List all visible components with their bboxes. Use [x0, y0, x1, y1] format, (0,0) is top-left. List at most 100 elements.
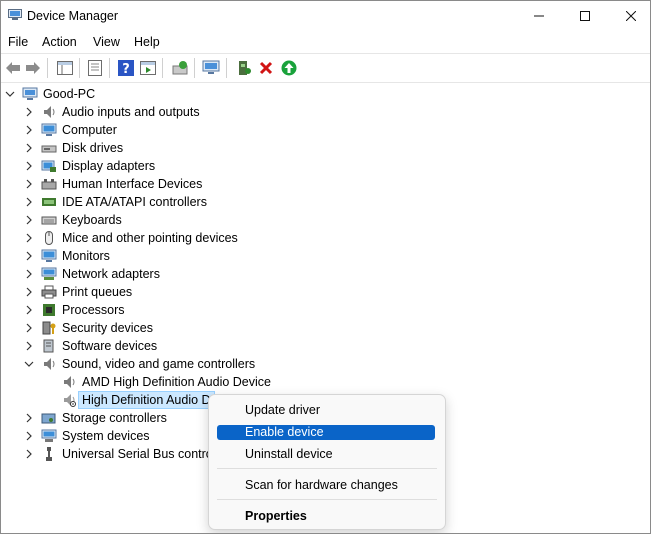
- tree-category-label: Monitors: [62, 249, 110, 263]
- tree-category-label: Disk drives: [62, 141, 124, 155]
- tree-category-universal-serial-bus-controll[interactable]: Universal Serial Bus controll: [23, 445, 218, 463]
- tree-category-storage-controllers[interactable]: Storage controllers: [23, 409, 167, 427]
- software-icon: [41, 339, 57, 353]
- device-manager-window: Device Manager File Action View Help ? G…: [0, 0, 651, 534]
- storage-icon: [41, 411, 57, 425]
- usb-icon: [41, 447, 57, 461]
- chevron-right-icon[interactable]: [23, 160, 35, 172]
- action-pane-icon[interactable]: [139, 59, 157, 77]
- chevron-right-icon[interactable]: [23, 214, 35, 226]
- tree-category-processors[interactable]: Processors: [23, 301, 125, 319]
- help-icon[interactable]: ?: [117, 59, 135, 77]
- tree-category-security-devices[interactable]: Security devices: [23, 319, 153, 337]
- tree-category-mice-and-other-pointing-devices[interactable]: Mice and other pointing devices: [23, 229, 238, 247]
- chevron-right-icon[interactable]: [23, 448, 35, 460]
- tree-category-system-devices[interactable]: System devices: [23, 427, 150, 445]
- chevron-right-icon[interactable]: [23, 196, 35, 208]
- toolbar-separator: [194, 58, 195, 78]
- toolbar-separator: [79, 58, 80, 78]
- toolbar-separator: [47, 58, 48, 78]
- chevron-right-icon[interactable]: [23, 106, 35, 118]
- chevron-right-icon[interactable]: [23, 178, 35, 190]
- menu-item-update-driver[interactable]: Update driver: [217, 403, 435, 418]
- speaker-icon: [41, 357, 57, 371]
- menu-item-scan-hardware[interactable]: Scan for hardware changes: [217, 478, 435, 493]
- system-icon: [41, 429, 57, 443]
- chevron-right-icon[interactable]: [23, 322, 35, 334]
- chevron-right-icon[interactable]: [23, 430, 35, 442]
- minimize-button[interactable]: [516, 1, 562, 31]
- tree-device-item[interactable]: AMD High Definition Audio Device: [61, 373, 271, 391]
- uninstall-icon[interactable]: [257, 59, 275, 77]
- tree-category-human-interface-devices[interactable]: Human Interface Devices: [23, 175, 202, 193]
- tree-category-ide-ata-atapi-controllers[interactable]: IDE ATA/ATAPI controllers: [23, 193, 207, 211]
- tree-category-computer[interactable]: Computer: [23, 121, 117, 139]
- menu-item-enable-device[interactable]: Enable device: [217, 425, 435, 440]
- tree-category-label: Universal Serial Bus controll: [62, 447, 219, 461]
- tree-category-keyboards[interactable]: Keyboards: [23, 211, 122, 229]
- menu-file[interactable]: File: [8, 35, 28, 49]
- tree-device-label: High Definition Audio D: [78, 391, 215, 409]
- chevron-right-icon[interactable]: [23, 412, 35, 424]
- processor-icon: [41, 303, 57, 317]
- tree-category-display-adapters[interactable]: Display adapters: [23, 157, 155, 175]
- chevron-right-icon[interactable]: [23, 286, 35, 298]
- tree-category-disk-drives[interactable]: Disk drives: [23, 139, 123, 157]
- menu-item-uninstall-device[interactable]: Uninstall device: [217, 447, 435, 462]
- disk-icon: [41, 141, 57, 155]
- toolbar: ?: [1, 53, 650, 83]
- update-driver-icon[interactable]: [171, 59, 189, 77]
- title-bar: Device Manager: [1, 1, 650, 31]
- menu-separator: [217, 499, 437, 500]
- back-arrow-icon[interactable]: [4, 59, 22, 77]
- chevron-right-icon[interactable]: [23, 268, 35, 280]
- tree-category-label: System devices: [62, 429, 150, 443]
- tree-category-label: Mice and other pointing devices: [62, 231, 238, 245]
- menu-bar: File Action View Help: [1, 32, 650, 52]
- update-icon[interactable]: [280, 59, 298, 77]
- chevron-down-icon[interactable]: [23, 358, 35, 370]
- close-button[interactable]: [608, 1, 650, 31]
- chevron-right-icon[interactable]: [23, 340, 35, 352]
- monitor-icon: [41, 123, 57, 137]
- menu-view[interactable]: View: [93, 35, 120, 49]
- tree-category-monitors[interactable]: Monitors: [23, 247, 110, 265]
- scan-hardware-icon[interactable]: [202, 59, 220, 77]
- printer-icon: [41, 285, 57, 299]
- chevron-right-icon[interactable]: [23, 232, 35, 244]
- mouse-icon: [41, 231, 57, 245]
- window-title: Device Manager: [27, 9, 119, 23]
- computer-icon: [22, 87, 38, 101]
- tree-category-sound-video-and-game-controllers[interactable]: Sound, video and game controllers: [23, 355, 255, 373]
- chevron-right-icon[interactable]: [23, 142, 35, 154]
- tree-category-software-devices[interactable]: Software devices: [23, 337, 157, 355]
- chevron-down-icon[interactable]: [4, 88, 16, 100]
- tree-device-label: AMD High Definition Audio Device: [82, 375, 271, 389]
- menu-action[interactable]: Action: [42, 35, 77, 49]
- ide-icon: [41, 195, 57, 209]
- chevron-right-icon[interactable]: [23, 304, 35, 316]
- maximize-button[interactable]: [562, 1, 608, 31]
- tree-category-label: Computer: [62, 123, 117, 137]
- forward-arrow-icon[interactable]: [24, 59, 42, 77]
- menu-item-properties[interactable]: Properties: [217, 509, 435, 524]
- enable-device-icon[interactable]: [235, 59, 253, 77]
- tree-category-network-adapters[interactable]: Network adapters: [23, 265, 160, 283]
- chevron-right-icon[interactable]: [23, 250, 35, 262]
- toolbar-separator: [109, 58, 110, 78]
- tree-root[interactable]: Good-PC: [4, 85, 95, 103]
- context-menu: Update driver Enable device Uninstall de…: [208, 394, 446, 530]
- menu-help[interactable]: Help: [134, 35, 160, 49]
- tree-category-print-queues[interactable]: Print queues: [23, 283, 132, 301]
- tree-category-label: IDE ATA/ATAPI controllers: [62, 195, 207, 209]
- show-hide-tree-icon[interactable]: [56, 59, 74, 77]
- tree-category-label: Network adapters: [62, 267, 160, 281]
- tree-device-item[interactable]: High Definition Audio D: [61, 391, 215, 409]
- tree-category-audio-inputs-and-outputs[interactable]: Audio inputs and outputs: [23, 103, 200, 121]
- chevron-right-icon[interactable]: [23, 124, 35, 136]
- tree-category-label: Storage controllers: [62, 411, 167, 425]
- tree-category-label: Processors: [62, 303, 125, 317]
- network-icon: [41, 267, 57, 281]
- properties-icon[interactable]: [86, 59, 104, 77]
- tree-category-label: Human Interface Devices: [62, 177, 203, 191]
